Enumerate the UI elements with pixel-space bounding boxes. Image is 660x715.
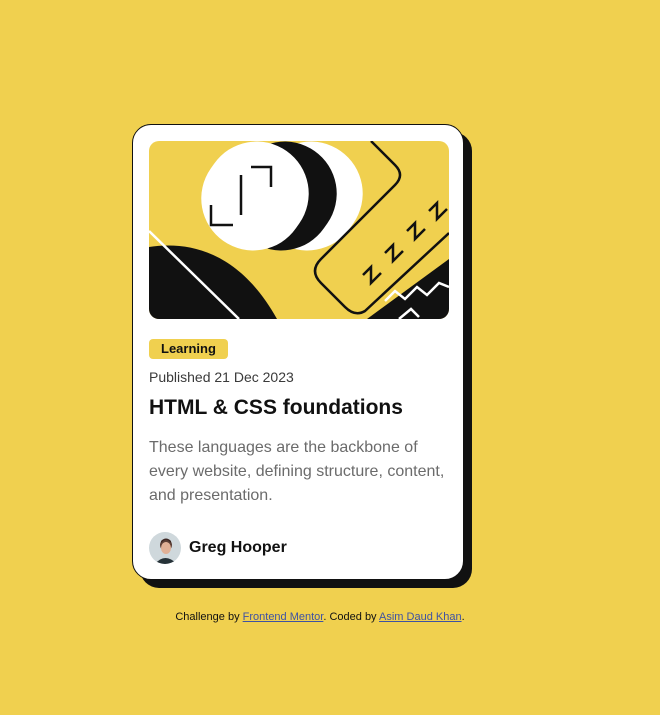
attribution: Challenge by Frontend Mentor. Coded by A… xyxy=(0,611,640,623)
frontend-mentor-link[interactable]: Frontend Mentor xyxy=(243,611,324,623)
category-tag: Learning xyxy=(149,339,228,359)
author-info: Greg Hooper xyxy=(149,532,287,564)
card-title[interactable]: HTML & CSS foundations xyxy=(149,396,403,420)
author-name: Greg Hooper xyxy=(189,539,287,556)
attribution-suffix: . xyxy=(461,611,465,623)
blog-preview-card: Learning Published 21 Dec 2023 HTML & CS… xyxy=(132,124,464,580)
published-date: Published 21 Dec 2023 xyxy=(149,369,294,385)
card-description: These languages are the backbone of ever… xyxy=(149,439,445,504)
hero-illustration xyxy=(149,141,449,319)
attribution-middle: . Coded by xyxy=(323,611,377,623)
author-avatar xyxy=(149,532,181,564)
author-link[interactable]: Asim Daud Khan xyxy=(379,611,462,623)
attribution-prefix: Challenge by xyxy=(175,611,240,623)
